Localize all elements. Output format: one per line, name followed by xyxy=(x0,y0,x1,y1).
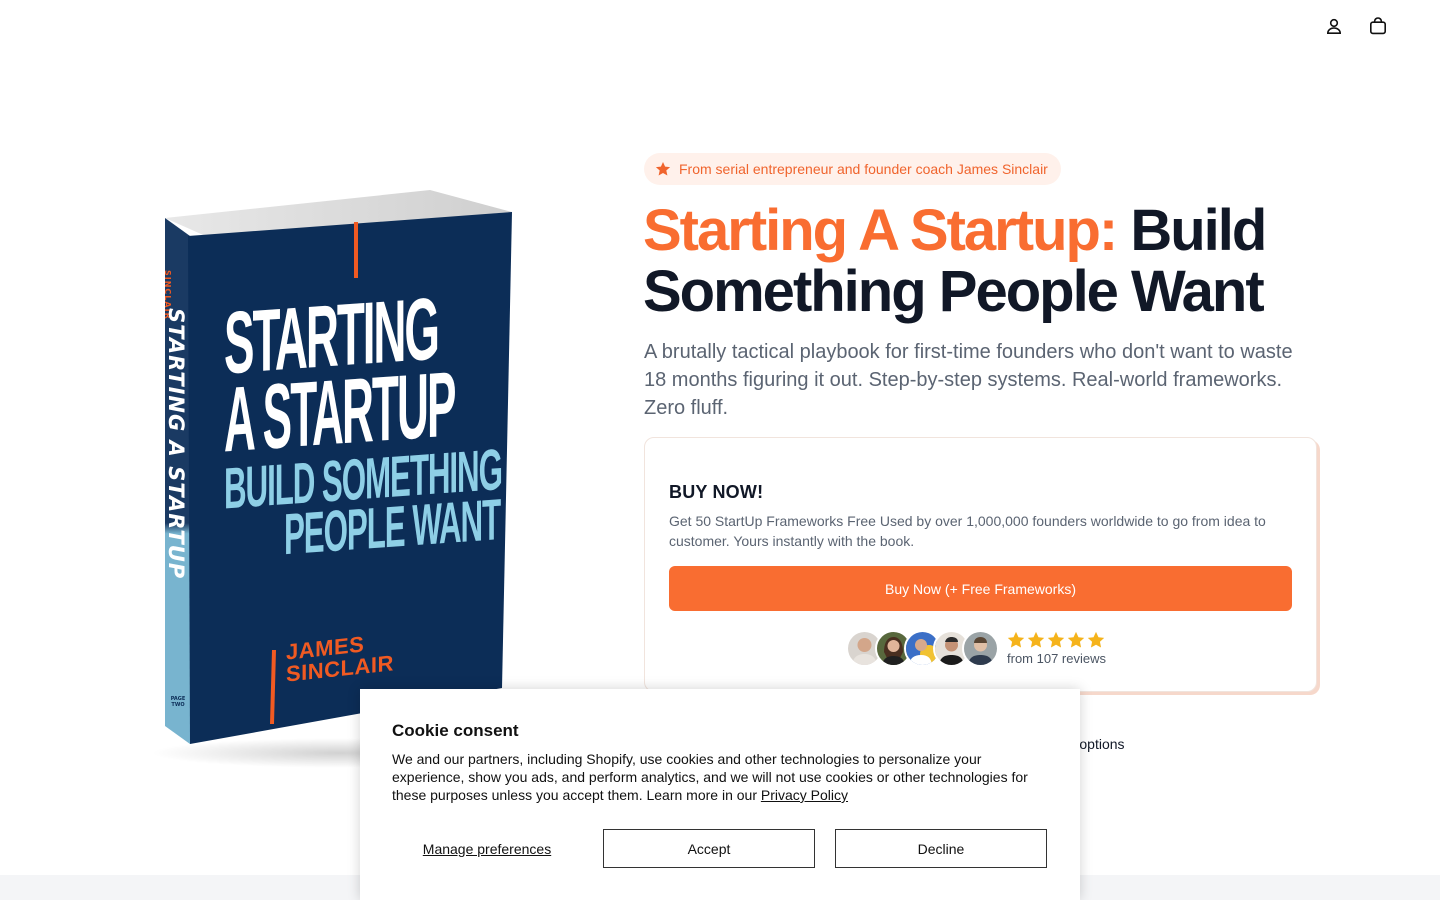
buy-card: BUY NOW! Get 50 StartUp Frameworks Free … xyxy=(644,437,1317,692)
buy-card-description: Get 50 StartUp Frameworks Free Used by o… xyxy=(669,513,1266,549)
cart-button[interactable] xyxy=(1366,14,1390,38)
buy-card-title: BUY NOW! xyxy=(669,482,764,502)
book-subtitle-line2: PEOPLE WANT xyxy=(284,486,501,567)
book-cover-title: STARTING A STARTUP BUILD SOMETHING PEOPL… xyxy=(224,278,502,567)
cookie-text: We and our partners, including Shopify, … xyxy=(392,750,1052,804)
buy-now-button[interactable]: Buy Now (+ Free Frameworks) xyxy=(669,566,1292,611)
account-button[interactable] xyxy=(1322,14,1346,38)
rating-stars xyxy=(1007,631,1106,649)
star-icon xyxy=(1027,631,1045,648)
cookie-body: We and our partners, including Shopify, … xyxy=(392,751,1028,803)
author-badge: From serial entrepreneur and founder coa… xyxy=(644,153,1061,185)
accept-button[interactable]: Accept xyxy=(603,829,815,868)
book-spine-title: STARTING A STARTUP xyxy=(164,308,188,580)
book-cover-image: SINCLAIR STARTING A STARTUP PAGE TWO STA… xyxy=(120,178,560,778)
reviews-count: from 107 reviews xyxy=(1007,650,1106,666)
shopping-bag-icon xyxy=(1369,17,1386,35)
badge-text: From serial entrepreneur and founder coa… xyxy=(679,161,1048,177)
title-accent: Starting A Startup: xyxy=(643,198,1118,263)
social-proof: from 107 reviews xyxy=(846,628,1106,668)
page-title: Starting A Startup: Build Something Peop… xyxy=(643,200,1343,322)
hero-subtitle: A brutally tactical playbook for first-t… xyxy=(644,341,1293,419)
page: SINCLAIR STARTING A STARTUP PAGE TWO STA… xyxy=(0,0,1440,900)
manage-preferences-button[interactable]: Manage preferences xyxy=(392,829,582,868)
cookie-consent-banner: Cookie consent We and our partners, incl… xyxy=(360,689,1080,900)
user-icon xyxy=(1326,18,1342,34)
site-header xyxy=(0,0,1440,54)
reviewer-avatars xyxy=(846,629,999,667)
star-icon xyxy=(1007,631,1025,648)
decline-button[interactable]: Decline xyxy=(835,829,1047,868)
book-title-line2: A STARTUP xyxy=(224,352,455,472)
privacy-policy-link[interactable]: Privacy Policy xyxy=(761,787,848,803)
star-icon xyxy=(655,162,671,176)
book-publisher: PAGE TWO xyxy=(170,696,186,708)
star-icon xyxy=(1047,631,1065,648)
cookie-title: Cookie consent xyxy=(392,721,519,740)
rating: from 107 reviews xyxy=(1007,631,1106,666)
star-icon xyxy=(1087,631,1105,648)
star-icon xyxy=(1067,631,1085,648)
avatar xyxy=(962,629,999,667)
